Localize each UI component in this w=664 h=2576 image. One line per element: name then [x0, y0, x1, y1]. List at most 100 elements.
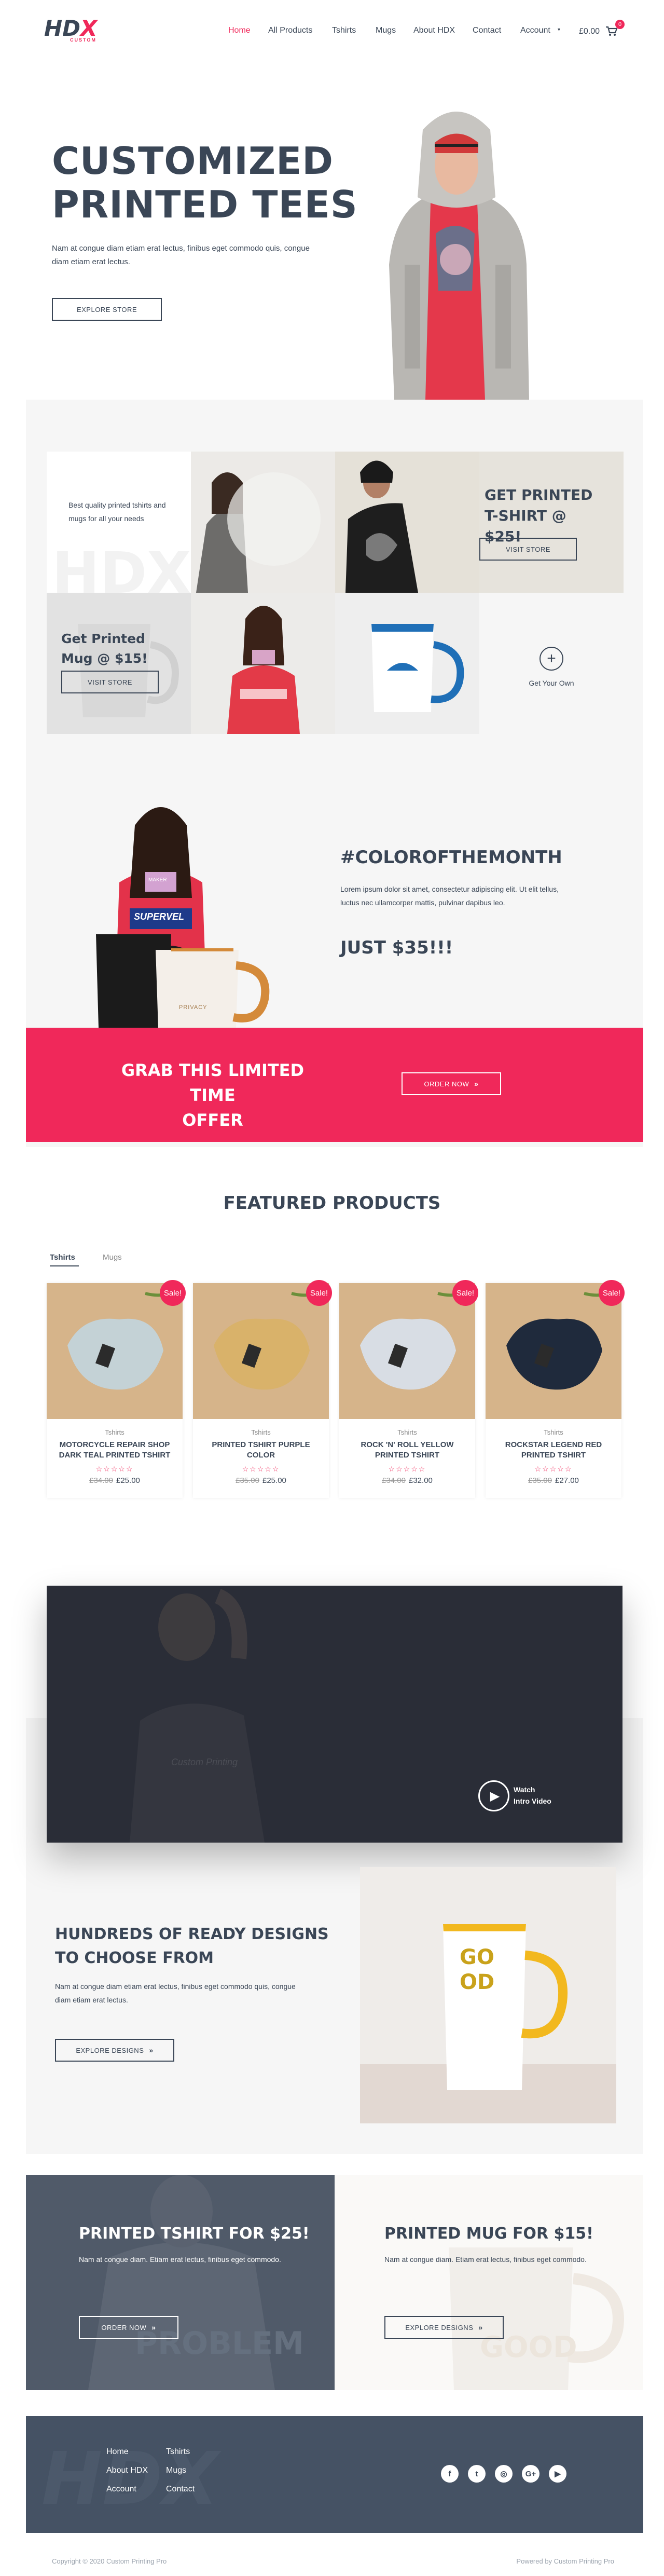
explore-store-button[interactable]: EXPLORE STORE	[52, 298, 162, 321]
designs-mug-print: GOOD	[460, 1945, 495, 1994]
offer-title-line1: GRAB THIS LIMITED TIME	[121, 1060, 305, 1105]
footer-copyright: Copyright © 2020 Custom Printing Pro	[52, 2557, 167, 2565]
promo-tshirt-text: Nam at congue diam. Etiam erat lectus, f…	[79, 2255, 281, 2264]
tshirt-offer-tile	[335, 452, 479, 593]
chevron-right-icon: »	[478, 2323, 483, 2332]
visit-store-mug-button[interactable]: VISIT STORE	[61, 671, 159, 693]
product-image[interactable]	[193, 1283, 329, 1419]
old-price: £35.00	[236, 1476, 259, 1485]
chevron-down-icon[interactable]: ▾	[558, 27, 560, 33]
footer-link-home[interactable]: Home	[106, 2447, 129, 2457]
footer: HDX Home About HDX Account Tshirts Mugs …	[26, 2416, 643, 2533]
tab-mugs[interactable]: Mugs	[103, 1253, 122, 1262]
mug-offer-title: Get Printed Mug @ $15!	[61, 631, 148, 666]
promo-tshirt-title: PRINTED TSHIRT FOR $25!	[79, 2225, 310, 2243]
color-month-price: JUST $35!!!	[340, 937, 453, 958]
featured-title: FEATURED PRODUCTS	[223, 1193, 441, 1214]
video-shirt-text: Custom Printing	[171, 1757, 238, 1767]
designs-title-line1: HUNDREDS OF READY DESIGNS	[55, 1925, 329, 1943]
product-image[interactable]	[486, 1283, 621, 1419]
explore-designs-label: EXPLORE DESIGNS	[76, 2046, 144, 2054]
footer-link-mugs[interactable]: Mugs	[166, 2466, 186, 2475]
footer-link-account[interactable]: Account	[106, 2485, 136, 2494]
promo-mug: GOOD PRINTED MUG FOR $15! Nam at congue …	[335, 2175, 643, 2390]
footer-link-contact[interactable]: Contact	[166, 2485, 195, 2494]
tab-tshirts[interactable]: Tshirts	[50, 1253, 75, 1262]
product-title[interactable]: ROCK 'N' ROLL YELLOW PRINTED TSHIRT	[344, 1440, 470, 1461]
footer-link-tshirts[interactable]: Tshirts	[166, 2447, 190, 2457]
offer-title: GRAB THIS LIMITED TIME OFFER	[104, 1058, 322, 1133]
color-month-image: SUPERVEL MAKER PRIVACY	[67, 794, 290, 1028]
sale-badge: Sale!	[160, 1280, 186, 1306]
facebook-icon[interactable]: f	[441, 2465, 459, 2483]
designs-title: HUNDREDS OF READY DESIGNS TO CHOOSE FROM	[55, 1923, 329, 1970]
product-category[interactable]: Tshirts	[339, 1428, 475, 1436]
explore-designs-button[interactable]: EXPLORE DESIGNS »	[55, 2039, 174, 2062]
nav-home[interactable]: Home	[228, 26, 251, 35]
cart-total[interactable]: £0.00	[579, 27, 600, 36]
google-plus-icon[interactable]: G+	[522, 2465, 540, 2483]
plus-circle-icon[interactable]: +	[540, 647, 563, 671]
product-image[interactable]	[47, 1283, 183, 1419]
order-now-offer-button[interactable]: ORDER NOW »	[402, 1072, 501, 1095]
youtube-icon[interactable]: ▶	[549, 2465, 566, 2483]
intro-video[interactable]: Custom Printing ▶ Watch Intro Video	[47, 1586, 622, 1843]
visit-store-mug-label: VISIT STORE	[88, 678, 132, 686]
tile-girl-card-image	[191, 593, 335, 734]
hero-model-image	[374, 93, 540, 400]
instagram-icon[interactable]: ◎	[495, 2465, 513, 2483]
old-price: £34.00	[382, 1476, 406, 1485]
explore-designs-mug-label: EXPLORE DESIGNS	[405, 2323, 474, 2332]
nav-mugs[interactable]: Mugs	[376, 26, 396, 35]
product-card[interactable]: Sale! Tshirts ROCK 'N' ROLL YELLOW PRINTED…	[339, 1280, 478, 1498]
product-price: £35.00 £25.00	[193, 1476, 329, 1485]
get-your-own-label: Get Your Own	[529, 679, 574, 687]
footer-watermark: HDX	[42, 2437, 219, 2522]
hero-title: CUSTOMIZED PRINTED TEES	[52, 139, 358, 226]
designs-text: Nam at congue diam etiam erat lectus, fi…	[55, 1982, 296, 2004]
explore-designs-mug-button[interactable]: EXPLORE DESIGNS »	[384, 2316, 504, 2339]
tab-tshirts-underline	[50, 1265, 79, 1266]
site-logo[interactable]: HDX CUSTOM	[44, 16, 101, 47]
watch-video-label: Watch Intro Video	[514, 1784, 551, 1807]
order-now-tshirt-button[interactable]: ORDER NOW »	[79, 2316, 178, 2339]
product-title[interactable]: MOTORCYCLE REPAIR SHOP DARK TEAL PRINTED…	[52, 1440, 177, 1461]
product-category[interactable]: Tshirts	[193, 1428, 329, 1436]
visit-store-tshirt-button[interactable]: VISIT STORE	[479, 538, 577, 561]
product-price: £34.00 £25.00	[47, 1476, 183, 1485]
play-circle-icon[interactable]: ▶	[478, 1780, 509, 1811]
product-card[interactable]: Sale! Tshirts MOTORCYCLE REPAIR SHOP DARK …	[47, 1280, 186, 1498]
visit-store-tshirt-label: VISIT STORE	[506, 545, 550, 553]
sale-price: £25.00	[116, 1476, 140, 1485]
product-title[interactable]: ROCKSTAR LEGEND RED PRINTED TSHIRT	[491, 1440, 616, 1461]
footer-powered[interactable]: Powered by Custom Printing Pro	[498, 2557, 614, 2565]
product-card[interactable]: Sale! Tshirts PRINTED TSHIRT PURPLE COLOR ☆…	[193, 1280, 332, 1498]
rating-stars-icon: ☆☆☆☆☆	[388, 1465, 426, 1473]
product-category[interactable]: Tshirts	[486, 1428, 621, 1436]
promo-mug-title: PRINTED MUG FOR $15!	[384, 2225, 593, 2243]
site-header: HDX CUSTOM Home All Products Tshirts Mug…	[0, 0, 664, 62]
twitter-icon[interactable]: t	[468, 2465, 486, 2483]
intro-text: Best quality printed tshirts and mugs fo…	[68, 501, 166, 523]
designs-mug-image: GOOD	[360, 1867, 616, 2123]
nav-all-products[interactable]: All Products	[268, 26, 312, 35]
footer-link-about[interactable]: About HDX	[106, 2466, 148, 2475]
get-your-own-tile[interactable]: + Get Your Own	[479, 593, 624, 734]
intro-tile: HDX Best quality printed tshirts and mug…	[47, 452, 191, 593]
tile-girl-tee-image	[191, 452, 335, 593]
product-title[interactable]: PRINTED TSHIRT PURPLE COLOR	[198, 1440, 324, 1461]
order-now-offer-label: ORDER NOW	[424, 1080, 469, 1088]
product-card[interactable]: Sale! Tshirts ROCKSTAR LEGEND RED PRINTED …	[486, 1280, 625, 1498]
logo-subtext: CUSTOM	[70, 37, 96, 43]
hero-title-line2: PRINTED TEES	[52, 183, 358, 226]
product-category[interactable]: Tshirts	[47, 1428, 183, 1436]
watch-video-line2: Intro Video	[514, 1797, 551, 1805]
nav-tshirts[interactable]: Tshirts	[332, 26, 356, 35]
product-image[interactable]	[339, 1283, 475, 1419]
chevron-right-icon: »	[149, 2046, 154, 2054]
nav-contact[interactable]: Contact	[473, 26, 501, 35]
cart-count-badge: 0	[615, 20, 625, 29]
nav-account[interactable]: Account	[520, 26, 550, 35]
nav-about[interactable]: About HDX	[413, 26, 455, 35]
watch-video-line1: Watch	[514, 1786, 535, 1794]
